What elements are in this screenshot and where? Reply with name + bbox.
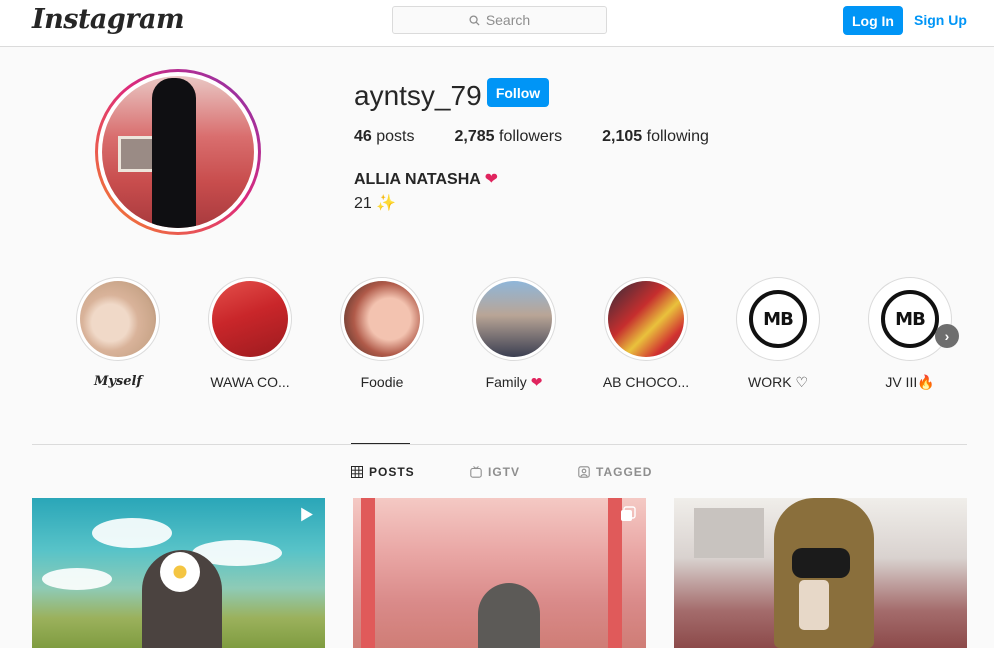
profile-full-name: ALLIA NATASHA ❤ — [354, 169, 498, 189]
profile-username: ayntsy_79 — [354, 80, 482, 111]
highlight-cover-ring — [340, 277, 424, 361]
highlight-label-text: JV III — [885, 374, 918, 390]
post-image-cloud — [42, 568, 112, 590]
post-thumbnail[interactable] — [353, 498, 646, 648]
post-image-person — [478, 583, 540, 648]
outline-heart-icon: ♡ — [795, 374, 808, 390]
highlight-label: Foodie — [360, 374, 404, 390]
play-icon — [301, 507, 313, 522]
search-icon — [469, 14, 480, 26]
tagged-icon — [578, 466, 590, 478]
mb-logo-text: MB — [749, 290, 807, 348]
grid-icon — [351, 466, 363, 478]
signup-link[interactable]: Sign Up — [914, 6, 967, 35]
highlight-cover-ring — [472, 277, 556, 361]
highlight-cover-image — [608, 281, 684, 357]
highlight-label: WAWA CO... — [210, 374, 290, 390]
followers-count: 2,785 — [454, 128, 495, 145]
highlight-label: AB CHOCO... — [602, 374, 690, 390]
story-highlights: Myself WAWA CO... Foodie Family ❤ AB CHO… — [76, 277, 976, 397]
flower-icon — [160, 552, 200, 592]
highlight-cover-ring: MB — [736, 277, 820, 361]
post-thumbnail[interactable] — [32, 498, 325, 648]
post-image-wall-photos — [694, 508, 764, 558]
tabs-divider — [32, 444, 967, 445]
followers-label: followers — [499, 128, 563, 145]
post-image-frame — [361, 498, 375, 648]
heart-emoji-icon: ❤ — [530, 374, 543, 390]
posts-stat: 46 posts — [354, 128, 415, 146]
tab-label: TAGGED — [596, 465, 653, 479]
sparkles-emoji-icon: ✨ — [376, 195, 397, 212]
carousel-icon — [621, 506, 636, 521]
followers-stat[interactable]: 2,785 followers — [455, 128, 563, 146]
tab-igtv[interactable]: IGTV — [470, 465, 520, 479]
bio-text: 21 — [354, 195, 372, 212]
following-count: 2,105 — [602, 128, 643, 145]
highlight-wawa[interactable]: WAWA CO... — [195, 277, 305, 390]
full-name-text: ALLIA NATASHA — [354, 171, 481, 188]
avatar-photo-person — [152, 78, 196, 228]
highlight-cover-image — [476, 281, 552, 357]
posts-count: 46 — [354, 128, 372, 145]
profile-avatar[interactable] — [95, 69, 261, 235]
highlight-cover-ring — [208, 277, 292, 361]
search-input[interactable]: Search — [392, 6, 607, 34]
highlight-label: Family ❤ — [459, 374, 569, 391]
tab-label: IGTV — [488, 465, 521, 479]
highlight-cover-ring — [604, 277, 688, 361]
tab-label: POSTS — [369, 465, 415, 479]
igtv-icon — [470, 466, 482, 478]
following-label: following — [646, 128, 709, 145]
login-button[interactable]: Log In — [843, 6, 903, 35]
highlight-cover-image — [80, 281, 156, 357]
highlight-foodie[interactable]: Foodie — [327, 277, 437, 390]
following-stat[interactable]: 2,105 following — [602, 128, 709, 146]
highlight-work[interactable]: MB WORK ♡ — [723, 277, 833, 391]
avatar-photo — [102, 76, 254, 228]
highlight-label-text: WORK — [747, 374, 792, 390]
post-image-phone — [799, 580, 829, 630]
highlight-cover-ring — [76, 277, 160, 361]
highlights-next-arrow-icon[interactable]: › — [935, 324, 959, 348]
highlight-label: Myself — [93, 374, 143, 389]
profile-stats: 46 posts 2,785 followers 2,105 following — [354, 128, 749, 146]
mb-logo-text: MB — [881, 290, 939, 348]
posts-label: posts — [376, 128, 415, 145]
tab-tagged[interactable]: TAGGED — [578, 465, 652, 479]
search-placeholder: Search — [485, 12, 531, 28]
top-navigation-bar: Instagram Search Log In Sign Up — [0, 0, 994, 47]
follow-button[interactable]: Follow — [487, 78, 549, 107]
highlight-label: JV III🔥 — [855, 374, 965, 391]
highlight-myself[interactable]: Myself — [63, 277, 173, 389]
fire-emoji-icon: 🔥 — [917, 374, 935, 390]
avatar-border — [98, 72, 258, 232]
mb-empire-logo-icon: MB — [872, 281, 948, 357]
mb-empire-logo-icon: MB — [740, 281, 816, 357]
active-tab-indicator — [351, 443, 410, 444]
highlight-cover-image — [212, 281, 288, 357]
post-thumbnail[interactable] — [674, 498, 967, 648]
post-image-cloud — [92, 518, 172, 548]
highlight-ab-choco[interactable]: AB CHOCO... — [591, 277, 701, 390]
highlight-label-text: Family — [485, 374, 527, 390]
tab-posts[interactable]: POSTS — [351, 465, 415, 479]
heart-emoji-icon: ❤ — [484, 171, 499, 188]
post-image-mask — [792, 548, 850, 578]
highlight-cover-image — [344, 281, 420, 357]
profile-bio: 21 ✨ — [354, 193, 396, 213]
instagram-logo[interactable]: Instagram — [32, 4, 185, 35]
highlight-label: WORK ♡ — [723, 374, 833, 391]
highlight-cover-ring: MB — [868, 277, 952, 361]
highlight-family[interactable]: Family ❤ — [459, 277, 569, 391]
